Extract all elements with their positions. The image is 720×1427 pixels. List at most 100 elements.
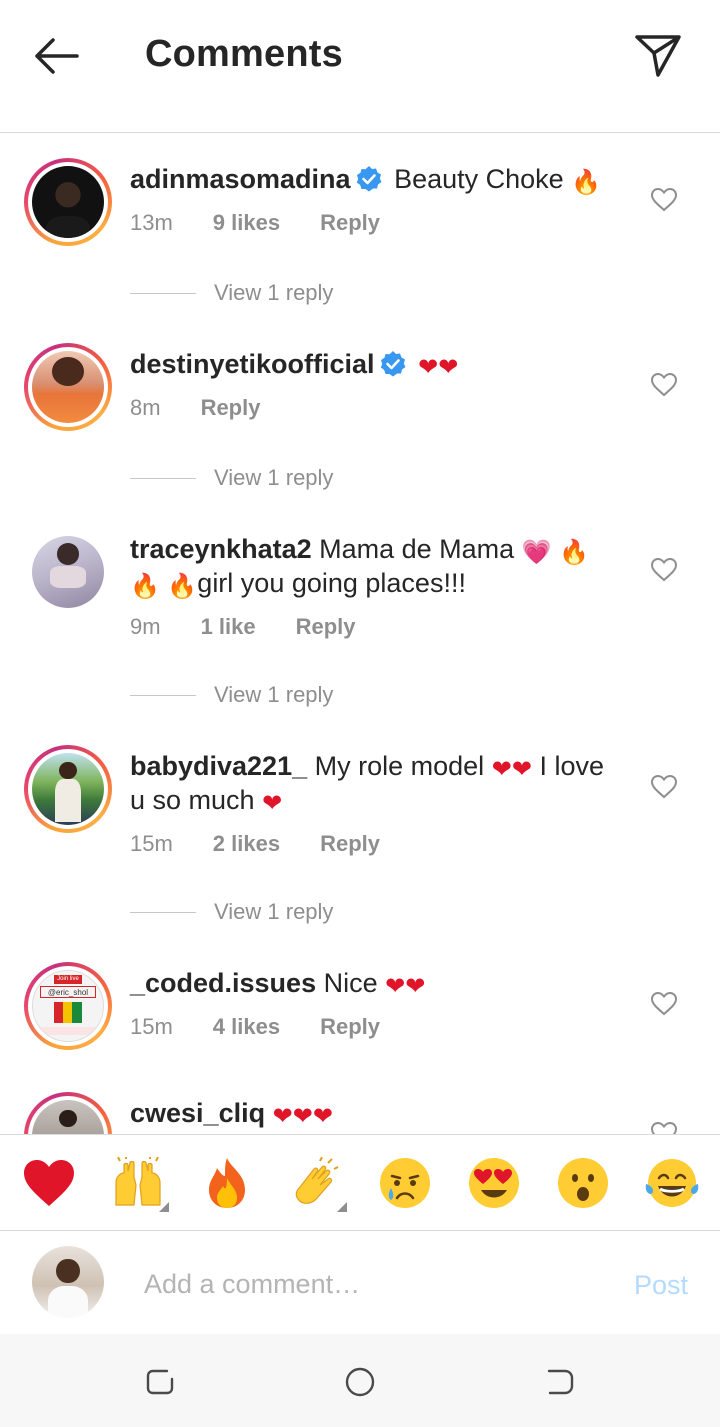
comment-username[interactable]: destinyetikoofficial bbox=[130, 349, 375, 379]
red-heart-emoji: ❤ bbox=[262, 789, 283, 817]
like-heart-icon[interactable] bbox=[650, 186, 678, 214]
fire-emoji: 🔥 bbox=[559, 538, 590, 566]
comment-meta: 15m 2 likes Reply bbox=[130, 831, 420, 857]
comment-body: Beauty Choke bbox=[394, 164, 564, 194]
comment-likes[interactable]: 4 likes bbox=[213, 1014, 280, 1040]
comment-username[interactable]: cwesi_cliq bbox=[130, 1098, 265, 1128]
comment-username[interactable]: babydiva221_ bbox=[130, 751, 307, 781]
like-heart-icon[interactable] bbox=[650, 556, 678, 584]
view-replies-button[interactable]: View 1 reply bbox=[130, 899, 333, 925]
emoji-clapping-button[interactable] bbox=[281, 1148, 351, 1218]
like-heart-icon[interactable] bbox=[650, 1120, 678, 1134]
avatar[interactable]: Join live @eric_shol bbox=[24, 962, 112, 1050]
emoji-heart-eyes-button[interactable] bbox=[459, 1148, 529, 1218]
red-heart-emoji: ❤ bbox=[511, 755, 532, 783]
comment-time: 15m bbox=[130, 831, 173, 856]
divider-line bbox=[130, 694, 196, 696]
fire-icon bbox=[208, 1157, 245, 1208]
avatar[interactable] bbox=[24, 343, 112, 431]
red-heart-emoji: ❤ bbox=[418, 353, 439, 381]
avatar-handle: @eric_shol bbox=[40, 986, 96, 998]
fire-emoji: 🔥 bbox=[130, 572, 160, 600]
divider-line bbox=[130, 477, 196, 479]
red-heart-emoji: ❤ bbox=[312, 1102, 333, 1130]
comment-text: cwesi_cliq ❤❤❤ bbox=[130, 1096, 610, 1130]
reply-button[interactable]: Reply bbox=[320, 210, 380, 236]
reply-button[interactable]: Reply bbox=[320, 1014, 380, 1040]
like-heart-icon[interactable] bbox=[650, 371, 678, 399]
comment-likes[interactable]: 9 likes bbox=[213, 210, 280, 236]
red-heart-emoji: ❤ bbox=[491, 755, 512, 783]
home-button[interactable] bbox=[340, 1362, 380, 1402]
emoji-raising-hands-button[interactable] bbox=[103, 1148, 173, 1218]
comment-time: 13m bbox=[130, 210, 173, 235]
emoji-fire-button[interactable] bbox=[192, 1148, 262, 1218]
current-user-avatar bbox=[32, 1246, 104, 1318]
astonished-face-icon bbox=[557, 1157, 608, 1208]
comment-time: 15m bbox=[130, 1014, 173, 1039]
red-heart-emoji: ❤ bbox=[272, 1102, 293, 1130]
reply-button[interactable]: Reply bbox=[320, 831, 380, 857]
heart-eyes-icon bbox=[468, 1157, 519, 1208]
comment-username[interactable]: adinmasomadina bbox=[130, 164, 351, 194]
comment-username[interactable]: _coded.issues bbox=[130, 968, 316, 998]
like-heart-icon[interactable] bbox=[650, 990, 678, 1018]
top-bar: Comments bbox=[0, 0, 720, 133]
back-button[interactable] bbox=[26, 30, 86, 82]
avatar[interactable] bbox=[24, 158, 112, 246]
comment-meta: 13m 9 likes Reply bbox=[130, 210, 420, 236]
comment-likes[interactable]: 1 like bbox=[201, 614, 256, 640]
view-replies-button[interactable]: View 1 reply bbox=[130, 280, 333, 306]
back-arrow-icon bbox=[35, 38, 79, 74]
skin-tone-indicator bbox=[336, 1201, 347, 1212]
comment-meta: 9m 1 like Reply bbox=[130, 614, 396, 640]
fire-emoji: 🔥 bbox=[571, 168, 602, 196]
emoji-heart-button[interactable] bbox=[14, 1148, 84, 1218]
comment-text: babydiva221_ My role model ❤❤ I love u s… bbox=[130, 749, 610, 817]
recents-button[interactable] bbox=[140, 1362, 180, 1402]
back-nav-button[interactable] bbox=[540, 1362, 580, 1402]
reply-button[interactable]: Reply bbox=[201, 395, 261, 421]
emoji-tears-of-joy-button[interactable] bbox=[637, 1148, 707, 1218]
comment-text: _coded.issues Nice ❤❤ bbox=[130, 966, 610, 1000]
view-replies-button[interactable]: View 1 reply bbox=[130, 682, 333, 708]
divider-line bbox=[130, 292, 196, 294]
post-button[interactable]: Post bbox=[634, 1270, 688, 1301]
comment-username[interactable]: traceynkhata2 bbox=[130, 534, 312, 564]
comment-time: 8m bbox=[130, 395, 161, 420]
view-replies-label: View 1 reply bbox=[214, 465, 334, 490]
fire-emoji: 🔥 bbox=[167, 572, 198, 600]
home-circle-icon bbox=[345, 1367, 375, 1397]
red-heart-emoji: ❤ bbox=[292, 1102, 313, 1130]
comment-meta: 8m Reply bbox=[130, 395, 300, 421]
red-heart-emoji: ❤ bbox=[405, 972, 426, 1000]
avatar[interactable] bbox=[32, 536, 104, 608]
comment-composer: Post bbox=[0, 1232, 720, 1334]
tears-of-joy-icon bbox=[645, 1158, 698, 1207]
avatar[interactable] bbox=[24, 1092, 112, 1134]
comment-body: My role model bbox=[314, 751, 485, 781]
comment-list[interactable]: adinmasomadina Beauty Choke 🔥 13m 9 like… bbox=[0, 134, 720, 1134]
like-heart-icon[interactable] bbox=[650, 773, 678, 801]
comment-input[interactable] bbox=[144, 1262, 594, 1306]
skin-tone-indicator bbox=[158, 1201, 169, 1212]
raising-hands-icon bbox=[114, 1156, 161, 1206]
view-replies-button[interactable]: View 1 reply bbox=[130, 465, 333, 491]
emoji-astonished-button[interactable] bbox=[548, 1148, 618, 1218]
direct-message-button[interactable] bbox=[630, 28, 686, 84]
comment-body: Mama de Mama bbox=[319, 534, 515, 564]
reply-button[interactable]: Reply bbox=[296, 614, 356, 640]
red-heart-icon bbox=[23, 1159, 74, 1206]
comment-body-continued: girl you going places!!! bbox=[197, 568, 466, 598]
avatar[interactable] bbox=[24, 745, 112, 833]
emoji-quick-bar bbox=[0, 1134, 720, 1231]
comment-likes[interactable]: 2 likes bbox=[213, 831, 280, 857]
verified-badge-icon bbox=[356, 166, 382, 192]
comment-text: traceynkhata2 Mama de Mama 💗 🔥 🔥 🔥girl y… bbox=[130, 532, 610, 600]
emoji-crying-button[interactable] bbox=[370, 1148, 440, 1218]
sparkling-heart-emoji: 💗 bbox=[521, 538, 552, 566]
system-navigation-bar bbox=[0, 1334, 720, 1427]
comment-time: 9m bbox=[130, 614, 161, 639]
comment-text: destinyetikoofficial ❤❤ bbox=[130, 347, 610, 381]
back-nav-icon bbox=[547, 1369, 574, 1395]
